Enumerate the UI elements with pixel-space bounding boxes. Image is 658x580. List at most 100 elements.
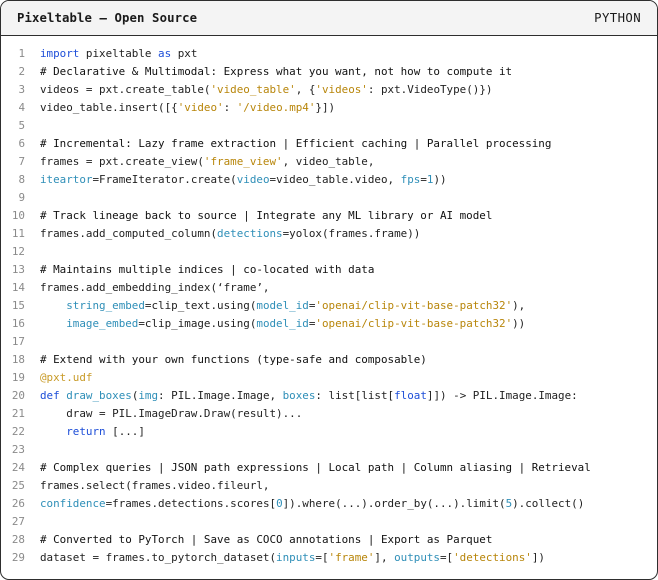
code-token: 'video' <box>177 101 224 114</box>
code-line: 16 image_embed=clip_image.using(model_id… <box>1 315 657 333</box>
line-number: 10 <box>11 209 25 222</box>
code-text: @pxt.udf <box>25 369 92 387</box>
code-text: # Maintains multiple indices | co-locate… <box>25 261 374 279</box>
code-token: =yolox(frames.frame)) <box>282 227 421 240</box>
code-token: : PIL.Image.Image, <box>158 389 283 402</box>
line-number: 13 <box>11 263 25 276</box>
line-number: 28 <box>11 533 25 546</box>
code-token: model_id <box>256 299 309 312</box>
code-token: string_embed <box>66 299 145 312</box>
code-token: pixeltable <box>79 47 159 60</box>
code-line: 7 frames = pxt.create_view('frame_view', … <box>1 153 657 171</box>
line-number: 6 <box>18 137 25 150</box>
code-token: =clip_image.using( <box>138 317 257 330</box>
code-token: img <box>138 389 159 402</box>
code-text: frames.add_embedding_index(‘frame’, <box>25 279 270 297</box>
code-token: def <box>40 389 60 402</box>
code-window-header: Pixeltable — Open Source PYTHON <box>1 1 657 36</box>
code-text: def draw_boxes(img: PIL.Image.Image, box… <box>25 387 578 405</box>
line-number: 4 <box>18 101 25 114</box>
code-token: outputs <box>394 551 440 564</box>
line-number: 7 <box>18 155 25 168</box>
code-token: frames.select(frames.video.fileurl, <box>40 479 270 492</box>
code-token: boxes <box>282 389 316 402</box>
line-number: 9 <box>18 191 25 204</box>
code-token: : <box>223 101 237 114</box>
line-number: 23 <box>11 443 25 456</box>
code-token: frames.add_embedding_index(‘frame’, <box>40 281 270 294</box>
line-number: 8 <box>18 173 25 186</box>
code-text: import pixeltable as pxt <box>25 45 197 63</box>
code-token: videos = pxt.create_table( <box>40 83 211 96</box>
code-token: , video_table, <box>282 155 375 168</box>
code-token: model_id <box>256 317 309 330</box>
line-number: 25 <box>11 479 25 492</box>
code-token: 'openai/clip-vit-base-patch32' <box>315 317 513 330</box>
code-text: # Complex queries | JSON path expression… <box>25 459 591 477</box>
code-text: # Track lineage back to source | Integra… <box>25 207 492 225</box>
code-token: # Converted to PyTorch | Save as COCO an… <box>40 533 493 546</box>
code-text: frames = pxt.create_view('frame_view', v… <box>25 153 374 171</box>
code-line: 27 <box>1 513 657 531</box>
code-token: @pxt.udf <box>40 371 93 384</box>
code-line: 18 # Extend with your own functions (type… <box>1 351 657 369</box>
code-line: 12 <box>1 243 657 261</box>
code-token: 'detections' <box>453 551 532 564</box>
code-token: 'videos' <box>315 83 368 96</box>
code-text: # Extend with your own functions (type-s… <box>25 351 427 369</box>
code-token: # Track lineage back to source | Integra… <box>40 209 493 222</box>
code-text: dataset = frames.to_pytorch_dataset(inpu… <box>25 549 545 567</box>
code-text: frames.select(frames.video.fileurl, <box>25 477 270 495</box>
line-number: 20 <box>11 389 25 402</box>
code-token: =[ <box>315 551 329 564</box>
code-line: 19 @pxt.udf <box>1 369 657 387</box>
code-token: inputs <box>276 551 316 564</box>
code-token: # Extend with your own functions (type-s… <box>40 353 427 366</box>
line-number: 22 <box>11 425 25 438</box>
code-token: ), <box>512 299 526 312</box>
code-text: # Incremental: Lazy frame extraction | E… <box>25 135 551 153</box>
code-text: draw = PIL.ImageDraw.Draw(result)... <box>25 405 302 423</box>
code-window: Pixeltable — Open Source PYTHON 1 import … <box>0 0 658 580</box>
line-number: 3 <box>18 83 25 96</box>
code-token: )) <box>512 317 526 330</box>
code-editor[interactable]: 1 import pixeltable as pxt 2 # Declarative … <box>1 45 657 567</box>
code-line: 8 iteartor=FrameIterator.create(video=vid… <box>1 171 657 189</box>
code-token: )) <box>433 173 447 186</box>
language-label: PYTHON <box>594 11 641 25</box>
code-token: 'frame' <box>328 551 375 564</box>
code-line: 5 <box>1 117 657 135</box>
code-token: , { <box>295 83 316 96</box>
code-text: confidence=frames.detections.scores[0]).… <box>25 495 584 513</box>
line-number: 12 <box>11 245 25 258</box>
code-token: =video_table.video, <box>269 173 401 186</box>
code-token: as <box>158 47 172 60</box>
code-token: # Incremental: Lazy frame extraction | E… <box>40 137 552 150</box>
line-number: 17 <box>11 335 25 348</box>
line-number: 18 <box>11 353 25 366</box>
code-text: return [...] <box>25 423 145 441</box>
code-line: 20 def draw_boxes(img: PIL.Image.Image, b… <box>1 387 657 405</box>
window-title: Pixeltable — Open Source <box>17 11 198 25</box>
code-text: video_table.insert([{'video': '/video.mp… <box>25 99 335 117</box>
code-token: import <box>40 47 80 60</box>
code-text: # Declarative & Multimodal: Express what… <box>25 63 512 81</box>
code-line: 10 # Track lineage back to source | Integ… <box>1 207 657 225</box>
code-token: dataset = frames.to_pytorch_dataset( <box>40 551 277 564</box>
code-token: 'video_table' <box>210 83 296 96</box>
code-token: frames.add_computed_column( <box>40 227 218 240</box>
code-line: 15 string_embed=clip_text.using(model_id… <box>1 297 657 315</box>
code-line: 14 frames.add_embedding_index(‘frame’, <box>1 279 657 297</box>
code-text: # Converted to PyTorch | Save as COCO an… <box>25 531 492 549</box>
code-token: iteartor <box>40 173 93 186</box>
code-token: float <box>394 389 427 402</box>
code-token: =[ <box>440 551 454 564</box>
code-token: image_embed <box>66 317 139 330</box>
code-token: frames = pxt.create_view( <box>40 155 204 168</box>
